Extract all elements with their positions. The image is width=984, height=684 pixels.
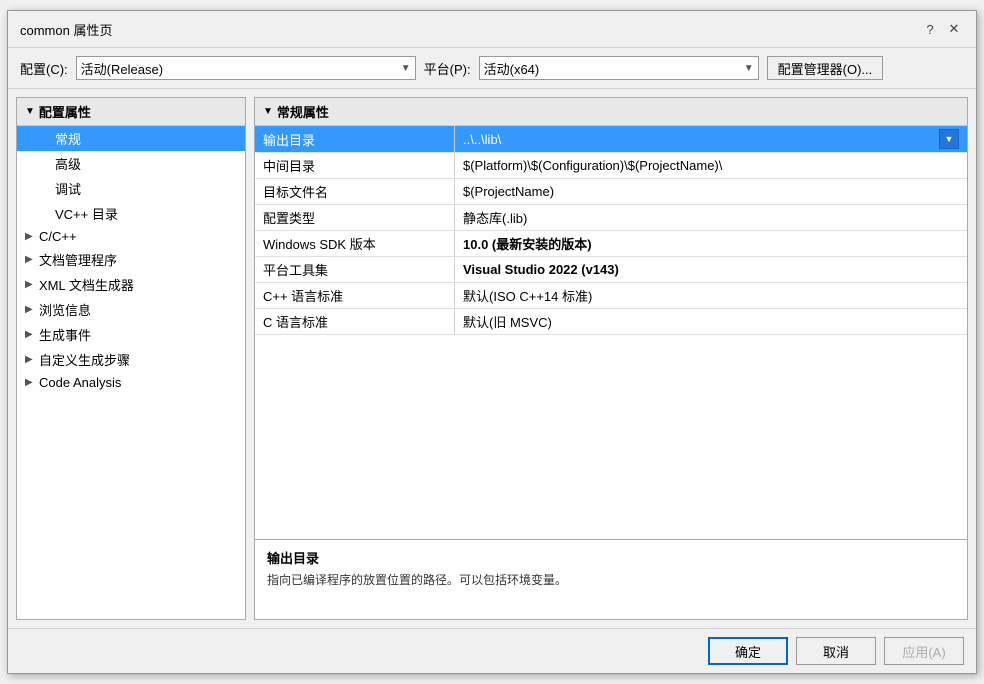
expand-icon: ▶: [25, 231, 35, 242]
right-expand-icon: ▼: [263, 106, 273, 117]
description-title: 输出目录: [267, 548, 955, 567]
toolbar: 配置(C): 活动(Release) ▼ 平台(P): 活动(x64) ▼ 配置…: [8, 48, 976, 89]
sidebar-item-label: VC++ 目录: [55, 204, 118, 223]
property-value: $(Platform)\$(Configuration)\$(ProjectNa…: [463, 158, 722, 173]
property-dropdown-button[interactable]: ▼: [939, 129, 959, 149]
sidebar-item-gen[interactable]: 常规: [17, 126, 245, 151]
property-value: 静态库(.lib): [463, 208, 527, 227]
property-value-cell: 10.0 (最新安装的版本): [455, 231, 967, 256]
config-manager-button[interactable]: 配置管理器(O)...: [767, 56, 884, 80]
sidebar-item-label: C/C++: [39, 229, 77, 244]
description-text: 指向已编译程序的放置位置的路径。可以包括环境变量。: [267, 571, 955, 588]
property-value: 默认(旧 MSVC): [463, 312, 552, 331]
main-content: ▼ 配置属性 常规高级调试 VC++ 目录 ▶ C/C++ ▶ 文档管理程序 ▶ XML 文档…: [8, 89, 976, 628]
sidebar-item-label: 高级: [55, 154, 81, 173]
property-value-cell: 静态库(.lib): [455, 205, 967, 230]
property-value-cell: 默认(旧 MSVC): [455, 309, 967, 334]
property-value: ..\..\lib\: [463, 132, 501, 147]
cancel-button[interactable]: 取消: [796, 637, 876, 665]
table-row[interactable]: Windows SDK 版本 10.0 (最新安装的版本): [255, 231, 967, 257]
sidebar-item-browse[interactable]: ▶ 浏览信息: [17, 297, 245, 322]
table-row[interactable]: 配置类型静态库(.lib): [255, 205, 967, 231]
property-value: 10.0 (最新安装的版本): [463, 234, 592, 253]
table-row[interactable]: 输出目录 ..\..\lib\ ▼: [255, 126, 967, 153]
property-value-cell: 默认(ISO C++14 标准): [455, 283, 967, 308]
sidebar-item-build[interactable]: ▶ 生成事件: [17, 322, 245, 347]
title-bar-controls: ? ✕: [920, 19, 964, 39]
expand-icon: ▶: [25, 304, 35, 315]
left-panel-header: ▼ 配置属性: [17, 98, 245, 126]
property-value-cell: $(Platform)\$(Configuration)\$(ProjectNa…: [455, 153, 967, 178]
property-value-cell: Visual Studio 2022 (v143): [455, 257, 967, 282]
sidebar-item-label: 自定义生成步骤: [39, 350, 130, 369]
sidebar-item-label: 调试: [55, 179, 81, 198]
sidebar-item-label: XML 文档生成器: [39, 275, 134, 294]
platform-dropdown[interactable]: 活动(x64) ▼: [479, 56, 759, 80]
sidebar-item-label: 浏览信息: [39, 300, 91, 319]
sidebar-item-linker[interactable]: ▶ 文档管理程序: [17, 247, 245, 272]
sidebar-item-xml[interactable]: ▶ XML 文档生成器: [17, 272, 245, 297]
property-name: 平台工具集: [255, 257, 455, 282]
expand-icon: ▶: [25, 279, 35, 290]
sidebar-item-label: 生成事件: [39, 325, 91, 344]
property-name: 目标文件名: [255, 179, 455, 204]
properties-container: 输出目录 ..\..\lib\ ▼ 中间目录 $(Platform)\$(Configu…: [255, 126, 967, 539]
dialog-title: common 属性页: [20, 20, 112, 39]
config-dropdown-arrow: ▼: [401, 63, 411, 74]
close-button[interactable]: ✕: [944, 19, 964, 39]
sidebar-item-label: 常规: [55, 129, 81, 148]
sidebar-item-custom[interactable]: ▶ 自定义生成步骤: [17, 347, 245, 372]
config-dropdown[interactable]: 活动(Release) ▼: [76, 56, 416, 80]
sidebar-item-cpp[interactable]: ▶ C/C++: [17, 226, 245, 247]
left-panel-title: 配置属性: [39, 102, 91, 121]
property-value: Visual Studio 2022 (v143): [463, 262, 619, 277]
property-value-cell: ..\..\lib\ ▼: [455, 126, 967, 152]
sidebar-item-debug[interactable]: 调试: [17, 176, 245, 201]
sidebar-item-code[interactable]: ▶ Code Analysis: [17, 372, 245, 393]
expand-icon: ▶: [25, 254, 35, 265]
table-row[interactable]: 目标文件名 $(ProjectName): [255, 179, 967, 205]
right-panel: ▼ 常规属性 输出目录 ..\..\lib\ ▼ 中间目录 $(Platform)\$(…: [254, 97, 968, 620]
right-panel-header: ▼ 常规属性: [255, 98, 967, 126]
sidebar-item-label: Code Analysis: [39, 375, 121, 390]
tree-container: 常规高级调试 VC++ 目录 ▶ C/C++ ▶ 文档管理程序 ▶ XML 文档生成器 ▶ 浏览信…: [17, 126, 245, 393]
platform-dropdown-arrow: ▼: [744, 63, 754, 74]
dialog: common 属性页 ? ✕ 配置(C): 活动(Release) ▼ 平台(P…: [7, 10, 977, 674]
platform-value: 活动(x64): [484, 59, 540, 78]
property-name: Windows SDK 版本: [255, 231, 455, 256]
sidebar-item-label: 文档管理程序: [39, 250, 117, 269]
sidebar-item-adv[interactable]: 高级: [17, 151, 245, 176]
apply-button[interactable]: 应用(A): [884, 637, 964, 665]
table-row[interactable]: 平台工具集 Visual Studio 2022 (v143): [255, 257, 967, 283]
help-button[interactable]: ?: [920, 19, 940, 39]
property-name: 配置类型: [255, 205, 455, 230]
table-row[interactable]: C 语言标准默认(旧 MSVC): [255, 309, 967, 335]
table-row[interactable]: C++ 语言标准默认(ISO C++14 标准): [255, 283, 967, 309]
expand-icon: ▶: [25, 377, 35, 388]
collapse-icon: ▼: [25, 106, 35, 117]
property-value: 默认(ISO C++14 标准): [463, 286, 592, 305]
ok-button[interactable]: 确定: [708, 637, 788, 665]
config-value: 活动(Release): [81, 59, 163, 78]
expand-icon: ▶: [25, 354, 35, 365]
property-name: C++ 语言标准: [255, 283, 455, 308]
table-row[interactable]: 中间目录 $(Platform)\$(Configuration)\$(Proje…: [255, 153, 967, 179]
property-value: $(ProjectName): [463, 184, 554, 199]
title-bar: common 属性页 ? ✕: [8, 11, 976, 48]
property-name: C 语言标准: [255, 309, 455, 334]
property-name: 输出目录: [255, 126, 455, 152]
description-panel: 输出目录 指向已编译程序的放置位置的路径。可以包括环境变量。: [255, 539, 967, 619]
footer: 确定 取消 应用(A): [8, 628, 976, 673]
property-name: 中间目录: [255, 153, 455, 178]
config-label: 配置(C):: [20, 59, 68, 78]
platform-label: 平台(P):: [424, 59, 471, 78]
right-panel-title: 常规属性: [277, 102, 329, 121]
expand-icon: ▶: [25, 329, 35, 340]
sidebar-item-vc[interactable]: VC++ 目录: [17, 201, 245, 226]
property-value-cell: $(ProjectName): [455, 179, 967, 204]
left-panel: ▼ 配置属性 常规高级调试 VC++ 目录 ▶ C/C++ ▶ 文档管理程序 ▶ XML 文档…: [16, 97, 246, 620]
